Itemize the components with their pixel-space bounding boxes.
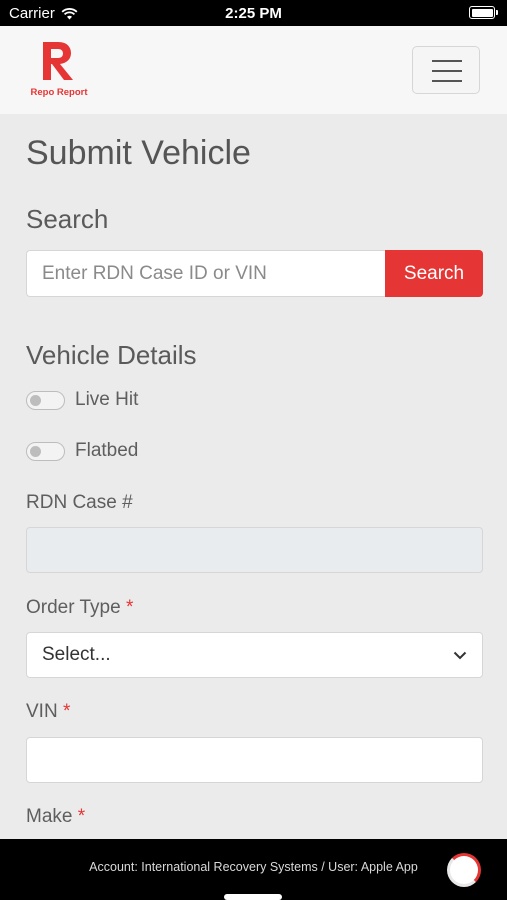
loading-spinner-icon — [447, 853, 481, 887]
search-group: Search — [26, 250, 483, 297]
vin-field[interactable] — [26, 737, 483, 783]
flatbed-label: Flatbed — [75, 440, 139, 461]
live-hit-label: Live Hit — [75, 389, 139, 410]
flatbed-row: Flatbed — [26, 440, 138, 462]
status-bar: Carrier 2:25 PM — [0, 0, 507, 26]
navbar: Repo Report — [0, 26, 507, 114]
footer-bar: Account: International Recovery Systems … — [0, 839, 507, 900]
brand-name: Repo Report — [30, 87, 88, 98]
chevron-down-icon — [453, 651, 467, 659]
brand-logo[interactable]: Repo Report — [26, 40, 92, 102]
search-heading: Search — [26, 204, 109, 234]
rdn-case-label: RDN Case # — [26, 492, 133, 513]
live-hit-row: Live Hit — [26, 389, 138, 411]
vehicle-details-heading: Vehicle Details — [26, 340, 197, 370]
order-type-label: Order Type * — [26, 597, 133, 619]
account-info: Account: International Recovery Systems … — [89, 860, 418, 874]
required-marker: * — [77, 806, 86, 827]
menu-bar-icon — [432, 80, 462, 82]
make-label: Make * — [26, 806, 85, 828]
search-input[interactable] — [26, 250, 385, 297]
clock: 2:25 PM — [225, 5, 282, 22]
order-type-label-text: Order Type — [26, 597, 121, 618]
vin-label: VIN * — [26, 701, 70, 723]
rdn-case-field — [26, 527, 483, 573]
live-hit-toggle[interactable] — [26, 390, 65, 410]
menu-bar-icon — [432, 70, 462, 72]
repo-report-logo-icon — [43, 42, 73, 80]
hamburger-menu-button[interactable] — [412, 46, 480, 94]
make-label-text: Make — [26, 806, 73, 827]
page-title: Submit Vehicle — [26, 134, 251, 172]
flatbed-toggle[interactable] — [26, 441, 65, 461]
home-indicator[interactable] — [224, 894, 282, 900]
required-marker: * — [62, 701, 71, 722]
menu-bar-icon — [432, 60, 462, 62]
vin-label-text: VIN — [26, 701, 58, 722]
order-type-select[interactable]: Select... — [26, 632, 483, 678]
required-marker: * — [125, 597, 134, 618]
search-button[interactable]: Search — [385, 250, 483, 297]
battery-icon — [469, 6, 498, 19]
order-type-selected-value: Select... — [42, 644, 111, 665]
